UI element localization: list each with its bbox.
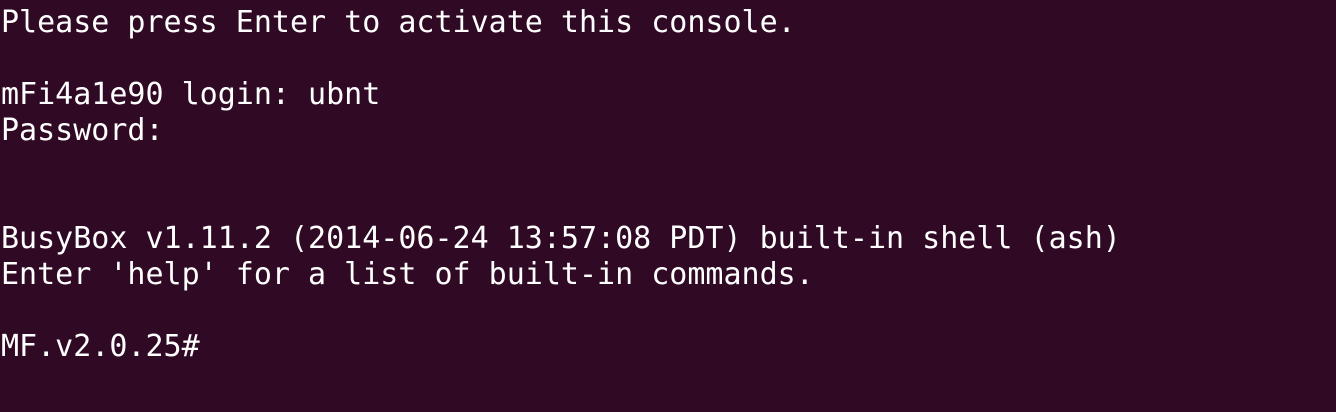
help-hint: Enter 'help' for a list of built-in comm… (1, 257, 814, 292)
console-activate-message: Please press Enter to activate this cons… (1, 5, 796, 40)
shell-prompt: MF.v2.0.25# (1, 329, 200, 364)
terminal-window[interactable]: Please press Enter to activate this cons… (0, 0, 1336, 412)
busybox-banner: BusyBox v1.11.2 (2014-06-24 13:57:08 PDT… (1, 221, 1121, 256)
login-line: mFi4a1e90 login: ubnt (1, 77, 381, 112)
password-line: Password: (1, 113, 164, 148)
text-cursor (200, 331, 218, 363)
shell-prompt-line[interactable]: MF.v2.0.25# (0, 329, 1336, 365)
